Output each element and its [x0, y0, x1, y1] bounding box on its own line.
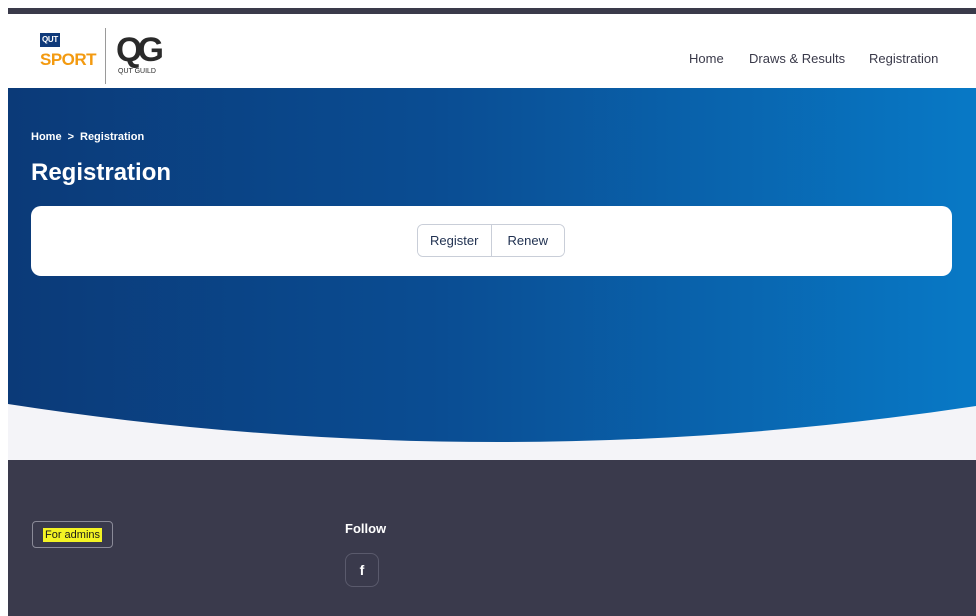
- breadcrumb-current: Registration: [80, 131, 145, 143]
- guild-mark: QG: [116, 31, 164, 69]
- hero-curve: [8, 404, 976, 464]
- breadcrumb: Home > Registration: [31, 131, 144, 143]
- registration-toggle: Register Renew: [417, 224, 565, 257]
- breadcrumb-home[interactable]: Home: [31, 131, 62, 143]
- chevron-right-icon: >: [67, 131, 74, 143]
- site-header: QUT SPORT QG QUT GUILD Home Draws & Resu…: [8, 14, 976, 88]
- page: QUT SPORT QG QUT GUILD Home Draws & Resu…: [8, 8, 976, 616]
- guild-text: QUT GUILD: [118, 68, 156, 75]
- nav-draws-results[interactable]: Draws & Results: [749, 51, 845, 66]
- qut-guild-logo[interactable]: QG QUT GUILD: [116, 31, 186, 80]
- page-title: Registration: [31, 159, 172, 186]
- logo-divider: [105, 28, 106, 84]
- for-admins-label: For admins: [43, 527, 103, 542]
- register-button[interactable]: Register: [418, 225, 491, 256]
- qut-badge: QUT: [40, 33, 60, 47]
- registration-card: Register Renew: [31, 206, 952, 276]
- site-footer: For admins Follow f: [8, 460, 976, 616]
- renew-button[interactable]: Renew: [490, 225, 564, 256]
- qut-sport-logo[interactable]: QUT SPORT: [40, 33, 98, 77]
- nav-registration[interactable]: Registration: [869, 51, 938, 66]
- for-admins-button[interactable]: For admins: [32, 521, 114, 548]
- follow-heading: Follow: [345, 521, 387, 536]
- facebook-icon: f: [359, 562, 365, 578]
- sport-wordmark: SPORT: [40, 50, 97, 69]
- nav-home[interactable]: Home: [689, 51, 724, 66]
- facebook-link[interactable]: f: [345, 553, 379, 587]
